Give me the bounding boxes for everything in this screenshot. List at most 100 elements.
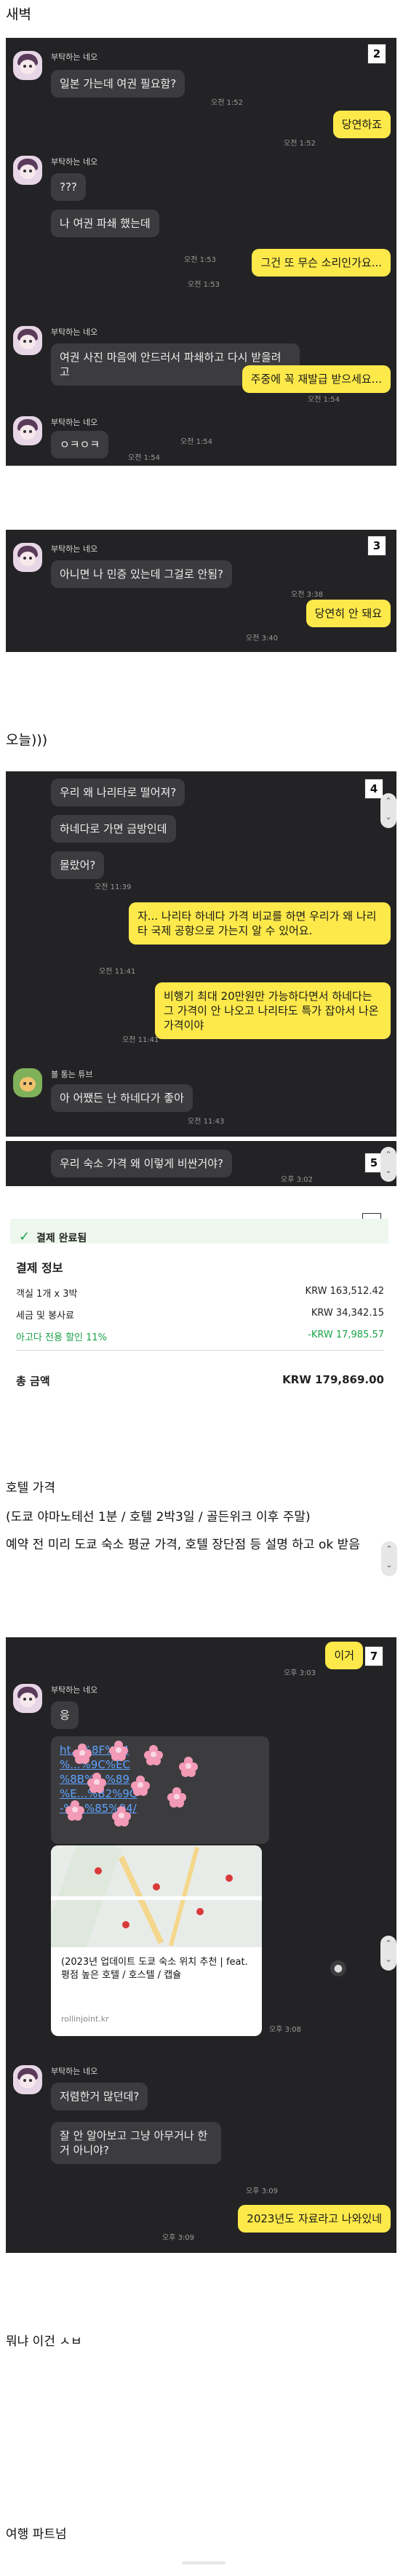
home-indicator [182,2561,226,2564]
avatar[interactable] [13,416,42,445]
caption-travel-partner: 여행 파트넘 [6,2527,67,2542]
row-label: 객실 1개 x 3박 [16,1289,78,1300]
preview-domain: rollinjoint.kr [61,2014,109,2024]
avatar[interactable] [13,1684,42,1713]
message-time: 오후 3:09 [162,2234,195,2242]
message-bubble-out[interactable]: 주중에 꼭 재발급 받으세요... [242,365,391,393]
divider [16,1350,384,1351]
avatar[interactable] [13,51,42,80]
message-bubble-in[interactable]: 저렴한거 많던데? [51,2083,148,2110]
message-time: 오전 11:41 [99,968,136,976]
avatar[interactable] [13,1068,42,1097]
message-bubble-in[interactable]: 아니면 나 민증 있는데 그걸로 안됨? [51,560,233,588]
blossom-sticker-icon [112,1806,131,1826]
payment-receipt: 6 ✓ 결제 완료됨 결제 정보 객실 1개 x 3박 KRW 163,512.… [10,1213,391,1431]
message-bubble-in[interactable]: 우리 왜 나리타로 떨어져? [51,779,185,806]
blossom-sticker-icon [87,1773,106,1793]
scroll-handle[interactable]: ⌃ ⌄ [381,1541,397,1576]
message-bubble-in[interactable]: 몰랐어? [51,851,105,879]
avatar[interactable] [13,156,42,185]
blossom-sticker-icon [73,1744,92,1764]
message-bubble-out[interactable]: 당연히 안 돼요 [306,600,391,627]
total-value: KRW 179,869.00 [282,1373,384,1386]
badge-number: 7 [364,1646,383,1666]
message-bubble-in[interactable]: 나 여권 파쇄 했는데 [51,210,159,237]
message-time: 오전 1:52 [284,140,316,148]
message-time: 오후 3:02 [281,1176,314,1184]
message-bubble-in[interactable]: 우리 숙소 가격 왜 이렇게 비싼거야? [51,1150,233,1177]
map-pin-icon [196,1908,204,1915]
status-bar: ✓ 결제 완료됨 [10,1219,388,1244]
preview-title: (2023년 업데이트 도쿄 숙소 위치 추천 | feat. 평점 높은 호텔… [61,1957,248,1981]
map-pin-icon [153,1883,160,1891]
badge-number: 4 [364,779,383,799]
row-value: KRW 34,342.15 [311,1308,384,1319]
link-preview-card[interactable]: (2023년 업데이트 도쿄 숙소 위치 추천 | feat. 평점 높은 호텔… [51,1845,262,2036]
receipt-title: 결제 정보 [16,1261,63,1275]
sender-name: 부탁하는 네오 [51,52,98,62]
badge-number: 2 [367,44,386,64]
avatar[interactable] [13,326,42,355]
sender-name: 부탁하는 네오 [51,327,98,337]
total-label: 총 금액 [16,1375,50,1388]
message-bubble-in[interactable]: 일본 가는데 여권 필요함? [51,70,185,98]
message-time: 오전 1:54 [128,454,161,462]
chat-screenshot-5: 이거 7 오후 3:03 부탁하는 네오 응 ht...%8F%84 %...%… [6,1637,396,2253]
check-icon: ✓ [19,1229,31,1244]
message-time: 오전 11:43 [188,1118,225,1126]
blossom-sticker-icon [167,1787,186,1808]
message-time: 오전 1:53 [188,281,220,289]
message-bubble-in[interactable]: ??? [51,173,86,201]
sender-name: 부탁하는 네오 [51,2067,98,2076]
blossom-sticker-icon [144,1745,163,1765]
row-value: KRW 163,512.42 [305,1286,384,1297]
message-time: 오전 1:53 [184,256,217,264]
status-text: 결제 완료됨 [36,1233,87,1244]
blossom-sticker-icon [179,1757,198,1777]
message-bubble-out[interactable]: 그건 또 무슨 소리인가요... [252,249,391,277]
chat-screenshot-2: 3 부탁하는 네오 아니면 나 민증 있는데 그걸로 안됨? 오전 3:38 당… [6,530,396,652]
message-bubble-in[interactable]: 아 어쨌든 난 하네다가 좋아 [51,1084,193,1112]
message-time: 오전 3:38 [291,591,324,599]
scroll-handle[interactable]: ⌃ ⌄ [380,1936,396,1971]
scroll-handle[interactable]: ⌃ ⌄ [380,793,396,828]
sender-name: 부탁하는 네오 [51,544,98,554]
scroll-handle[interactable]: ⌃ ⌄ [380,1147,396,1182]
section-heading-dawn: 새벽 [6,7,31,23]
sender-name: 부탁하는 네오 [51,1685,98,1695]
link-url-line[interactable]: -%...%85%94/ [60,1801,260,1816]
hotel-price-note: 예약 전 미리 도쿄 숙소 평균 가격, 호텔 장단점 등 설명 하고 ok 받… [6,1538,360,1552]
badge-number: 3 [367,536,386,556]
message-bubble-in[interactable]: 하네다로 가면 금방인데 [51,815,176,843]
avatar[interactable] [13,2065,42,2094]
blossom-sticker-icon [65,1800,84,1821]
chat-screenshot-1: 2 부탁하는 네오 일본 가는데 여권 필요함? 오전 1:52 당연하죠 오전… [6,38,396,466]
message-time: 오전 11:41 [122,1036,159,1044]
blossom-sticker-icon [131,1776,150,1796]
message-bubble-out[interactable]: 2023년도 자료라고 나와있네 [238,2205,391,2233]
message-bubble-in[interactable]: ㅇㅋㅇㅋ [51,431,109,458]
avatar[interactable] [13,543,42,572]
link-bubble[interactable]: ht...%8F%84 %...%9C%EC %8B%...%89 %E...%… [51,1736,269,1844]
message-bubble-out[interactable]: 이거 [325,1642,363,1669]
share-icon[interactable]: ● [330,1960,346,1976]
hotel-price-detail: (도쿄 야마노테선 1분 / 호텔 2박3일 / 골든위크 이후 주말) [6,1510,311,1524]
message-time: 오전 1:52 [211,99,244,107]
sender-name: 부탁하는 네오 [51,418,98,427]
chat-screenshot-4: 5 ⌃ ⌄ 우리 숙소 가격 왜 이렇게 비싼거야? 오후 3:02 [6,1141,396,1186]
caption-what-is-this: 뭐냐 이건 ㅅㅂ [6,2334,82,2349]
message-bubble-out[interactable]: 비행기 최대 20만원만 가능하다면서 하네다는 그 가격이 안 나오고 나리타… [155,982,391,1039]
map-pin-icon [226,1875,233,1882]
message-bubble-out[interactable]: 자... 나리타 하네다 가격 비교를 하면 우리가 왜 나리타 국제 공항으로… [129,902,391,945]
message-time: 오후 3:03 [284,1669,316,1677]
message-time: 오전 1:54 [180,438,213,446]
row-label: 아고다 전용 할인 11% [16,1332,108,1343]
map-pin-icon [122,1921,129,1928]
message-bubble-in[interactable]: 잘 안 알아보고 그냥 아무거나 한거 아니야? [51,2122,221,2164]
preview-map-image [51,1845,262,1947]
message-time: 오후 3:08 [269,2026,302,2034]
message-time: 오전 1:54 [308,396,340,404]
message-bubble-out[interactable]: 당연하죠 [332,111,391,138]
message-bubble-in[interactable]: 응 [51,1701,79,1729]
map-pin-icon [95,1867,102,1875]
